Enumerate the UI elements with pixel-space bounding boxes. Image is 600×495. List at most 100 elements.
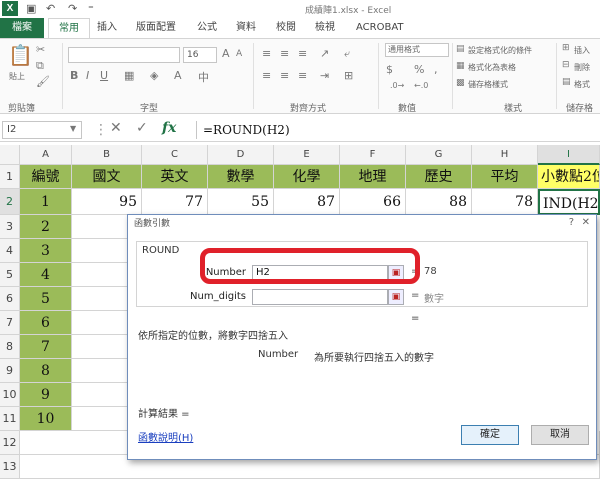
enter-formula-icon[interactable]: ✓ bbox=[136, 120, 148, 136]
font-color-icon[interactable]: A bbox=[174, 69, 182, 82]
id-cell[interactable]: 2 bbox=[20, 215, 72, 239]
row-header[interactable]: 7 bbox=[0, 311, 20, 335]
tab-data[interactable]: 資料 bbox=[236, 18, 256, 38]
row-header[interactable]: 3 bbox=[0, 215, 20, 239]
row-header[interactable]: 6 bbox=[0, 287, 20, 311]
row-header[interactable]: 11 bbox=[0, 407, 20, 431]
comma-button[interactable]: , bbox=[434, 63, 438, 76]
save-icon[interactable]: ▣ bbox=[26, 2, 36, 15]
header-cell-math[interactable]: 數學 bbox=[208, 165, 274, 189]
delete-cells-button[interactable]: 刪除 bbox=[574, 62, 590, 73]
align-bottom-icon[interactable]: ≡ bbox=[298, 47, 307, 60]
delete-cells-icon[interactable]: ⊟ bbox=[562, 60, 570, 70]
align-center-icon[interactable]: ≡ bbox=[280, 69, 289, 82]
format-painter-icon[interactable]: 🖌 bbox=[36, 75, 50, 88]
row-header[interactable]: 8 bbox=[0, 335, 20, 359]
tab-acrobat[interactable]: ACROBAT bbox=[356, 18, 404, 38]
tab-view[interactable]: 檢視 bbox=[315, 18, 335, 38]
format-as-table-button[interactable]: 格式化為表格 bbox=[468, 62, 516, 73]
column-header-a[interactable]: A bbox=[20, 145, 72, 165]
cell-styles-icon[interactable]: ▩ bbox=[456, 78, 465, 88]
select-all-corner[interactable] bbox=[0, 145, 20, 165]
score-cell[interactable]: 88 bbox=[406, 189, 472, 215]
underline-icon[interactable]: U bbox=[100, 69, 108, 82]
header-cell-history[interactable]: 歷史 bbox=[406, 165, 472, 189]
header-cell-average[interactable]: 平均 bbox=[472, 165, 538, 189]
column-header-h[interactable]: H bbox=[472, 145, 538, 165]
insert-cells-button[interactable]: 插入 bbox=[574, 45, 590, 56]
header-cell-english[interactable]: 英文 bbox=[142, 165, 208, 189]
redo-icon[interactable]: ↷ bbox=[68, 2, 77, 15]
font-size-box[interactable]: 16 bbox=[183, 47, 217, 63]
insert-function-icon[interactable]: fx bbox=[162, 120, 176, 136]
id-cell[interactable]: 8 bbox=[20, 359, 72, 383]
undo-icon[interactable]: ↶ bbox=[46, 2, 55, 15]
row-header[interactable]: 12 bbox=[0, 431, 20, 455]
id-cell[interactable]: 1 bbox=[20, 189, 72, 215]
collapse-dialog-icon[interactable]: ▣ bbox=[388, 289, 404, 305]
align-left-icon[interactable]: ≡ bbox=[262, 69, 271, 82]
cancel-formula-icon[interactable]: ✕ bbox=[110, 120, 122, 136]
grow-font-icon[interactable]: A bbox=[222, 47, 230, 60]
header-cell-id[interactable]: 編號 bbox=[20, 165, 72, 189]
id-cell[interactable]: 9 bbox=[20, 383, 72, 407]
id-cell[interactable]: 4 bbox=[20, 263, 72, 287]
column-header-e[interactable]: E bbox=[274, 145, 340, 165]
column-header-i[interactable]: I bbox=[538, 145, 600, 165]
id-cell[interactable]: 10 bbox=[20, 407, 72, 431]
increase-decimal-icon[interactable]: .0→ bbox=[390, 81, 404, 90]
row-header[interactable]: 13 bbox=[0, 455, 20, 479]
row-header[interactable]: 9 bbox=[0, 359, 20, 383]
tab-home[interactable]: 常用 bbox=[48, 18, 90, 39]
paste-button[interactable]: 貼上 bbox=[9, 71, 25, 82]
tab-review[interactable]: 校閱 bbox=[276, 18, 296, 38]
id-cell[interactable]: 7 bbox=[20, 335, 72, 359]
cell-styles-button[interactable]: 儲存格樣式 bbox=[468, 79, 508, 90]
bold-icon[interactable]: B bbox=[70, 69, 78, 82]
border-icon[interactable]: ▦ bbox=[124, 69, 134, 82]
currency-icon[interactable]: $ bbox=[386, 63, 393, 76]
number-format-dropdown[interactable]: 通用格式 bbox=[385, 43, 449, 57]
conditional-format-icon[interactable]: ▤ bbox=[456, 44, 465, 54]
row-header[interactable]: 4 bbox=[0, 239, 20, 263]
phonetic-icon[interactable]: 中 bbox=[198, 69, 209, 85]
decrease-decimal-icon[interactable]: ←.0 bbox=[414, 81, 428, 90]
column-header-b[interactable]: B bbox=[72, 145, 142, 165]
column-header-g[interactable]: G bbox=[406, 145, 472, 165]
cut-icon[interactable]: ✂ bbox=[36, 43, 45, 56]
conditional-format-button[interactable]: 設定格式化的條件 bbox=[468, 45, 532, 56]
row-header[interactable]: 5 bbox=[0, 263, 20, 287]
header-cell-geography[interactable]: 地理 bbox=[340, 165, 406, 189]
orientation-icon[interactable]: ↗ bbox=[320, 47, 329, 60]
average-cell[interactable]: 78 bbox=[472, 189, 538, 215]
italic-icon[interactable]: I bbox=[86, 69, 89, 82]
row-header[interactable]: 2 bbox=[0, 189, 20, 215]
empty-cell-row[interactable] bbox=[20, 431, 142, 455]
header-cell-chemistry[interactable]: 化學 bbox=[274, 165, 340, 189]
help-icon[interactable]: ? bbox=[569, 217, 574, 228]
indent-icon[interactable]: ⇥ bbox=[320, 69, 329, 82]
tab-file[interactable]: 檔案 bbox=[0, 18, 44, 38]
align-top-icon[interactable]: ≡ bbox=[262, 47, 271, 60]
column-header-c[interactable]: C bbox=[142, 145, 208, 165]
score-cell[interactable]: 95 bbox=[72, 189, 142, 215]
id-cell[interactable]: 3 bbox=[20, 239, 72, 263]
percent-button[interactable]: % bbox=[414, 63, 424, 76]
wrap-text-icon[interactable]: ⤶ bbox=[344, 47, 350, 61]
format-cells-button[interactable]: 格式 bbox=[574, 79, 590, 90]
ok-button[interactable]: 確定 bbox=[461, 425, 519, 445]
header-cell-chinese[interactable]: 國文 bbox=[72, 165, 142, 189]
column-header-f[interactable]: F bbox=[340, 145, 406, 165]
tab-page-layout[interactable]: 版面配置 bbox=[136, 18, 176, 38]
active-cell-i2[interactable]: IND(H2) bbox=[538, 189, 600, 215]
function-help-link[interactable]: 函數說明(H) bbox=[138, 429, 193, 444]
formula-input[interactable]: =ROUND(H2) bbox=[196, 121, 600, 139]
align-middle-icon[interactable]: ≡ bbox=[280, 47, 289, 60]
align-right-icon[interactable]: ≡ bbox=[298, 69, 307, 82]
score-cell[interactable]: 77 bbox=[142, 189, 208, 215]
header-cell-decimals[interactable]: 小數點2位 bbox=[538, 165, 600, 189]
format-as-table-icon[interactable]: ▦ bbox=[456, 61, 465, 71]
customize-qat-icon[interactable]: ⁼ bbox=[88, 2, 94, 15]
num-digits-arg-input[interactable] bbox=[252, 289, 388, 305]
score-cell[interactable]: 66 bbox=[340, 189, 406, 215]
